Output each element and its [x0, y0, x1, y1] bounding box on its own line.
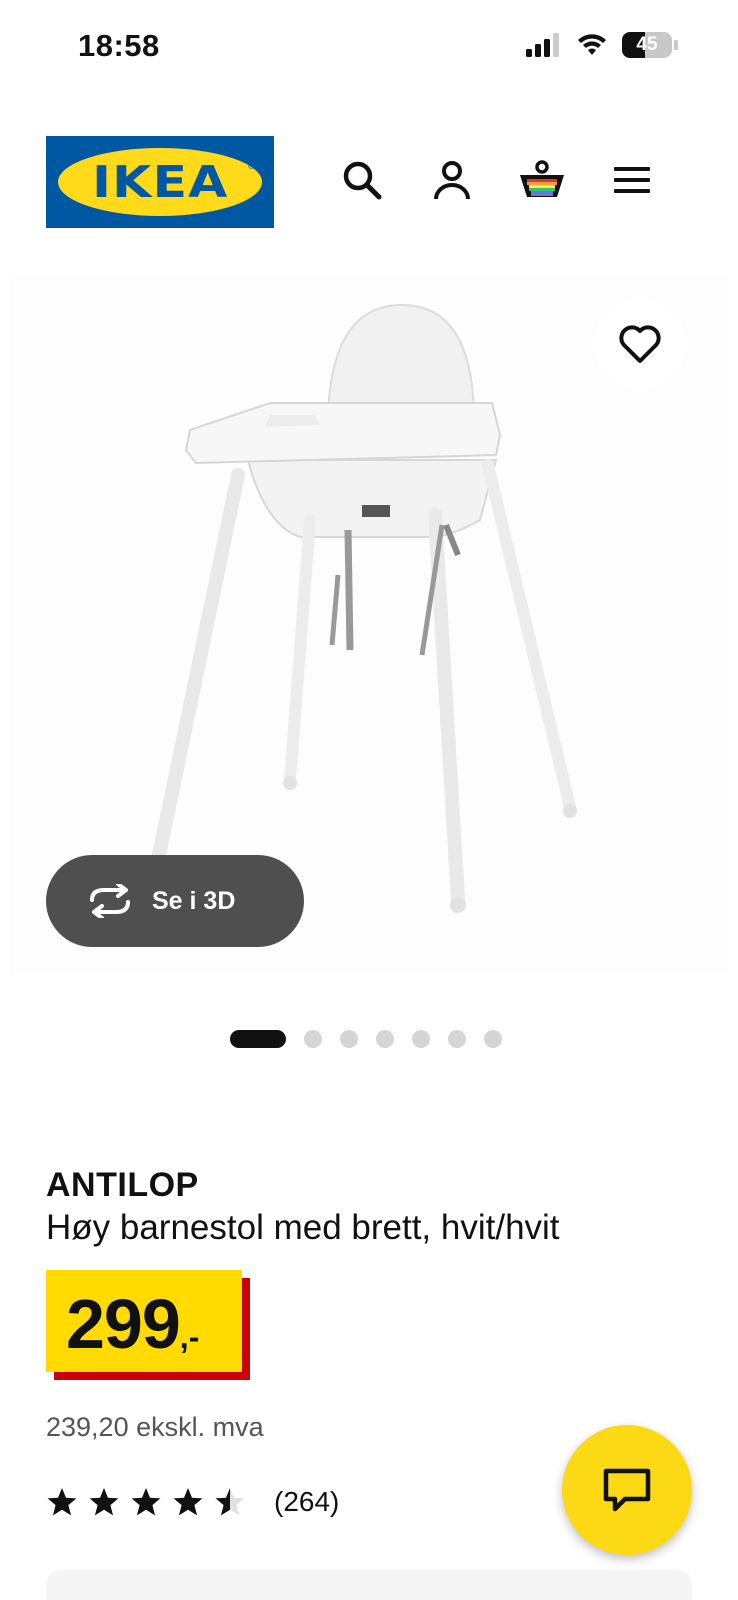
account-button[interactable] — [426, 154, 478, 206]
star-icon — [47, 1488, 77, 1516]
rating[interactable]: (264) — [46, 1486, 339, 1518]
status-time: 18:58 — [78, 28, 160, 63]
heart-icon — [619, 325, 661, 363]
view-3d-button[interactable]: Se i 3D — [46, 855, 304, 947]
basket-icon — [520, 160, 564, 197]
pagination-dot-7[interactable] — [484, 1030, 502, 1048]
status-bar: 18:58 45 — [0, 0, 738, 96]
ikea-logo[interactable]: IKEA ® — [46, 136, 274, 228]
star-icon — [131, 1488, 161, 1516]
star-icon — [89, 1488, 119, 1516]
logo-text: IKEA — [91, 156, 229, 208]
battery-cap — [674, 40, 678, 50]
search-button[interactable] — [336, 154, 388, 206]
favourite-button[interactable] — [594, 298, 686, 390]
registered-mark: ® — [247, 160, 256, 172]
chat-button[interactable] — [562, 1425, 692, 1555]
search-icon — [343, 161, 382, 200]
star-icon — [173, 1488, 203, 1516]
rating-count[interactable]: (264) — [274, 1486, 339, 1518]
cellular-signal-icon — [526, 33, 559, 57]
rotate-3d-icon — [90, 884, 130, 918]
product-name: ANTILOP — [46, 1166, 199, 1204]
price-excl-vat: 239,20 ekskl. mva — [46, 1412, 264, 1442]
pagination-dot-5[interactable] — [412, 1030, 430, 1048]
price-integer: 299 — [66, 1285, 181, 1363]
wifi-icon — [578, 34, 606, 55]
next-section-card — [46, 1570, 692, 1600]
logo-oval: IKEA — [58, 148, 262, 216]
battery-level: 45 — [636, 34, 658, 55]
price-box: 299 ,- — [46, 1270, 242, 1372]
pagination-dot-6[interactable] — [448, 1030, 466, 1048]
image-pagination — [230, 1030, 502, 1048]
view-3d-label: Se i 3D — [152, 886, 236, 915]
pagination-dot-2[interactable] — [304, 1030, 322, 1048]
product-description: Høy barnestol med brett, hvit/hvit — [46, 1208, 560, 1247]
status-icons: 45 — [526, 32, 678, 58]
menu-button[interactable] — [606, 154, 658, 206]
price-decimal: ,- — [179, 1319, 200, 1355]
pagination-dot-4[interactable] — [376, 1030, 394, 1048]
basket-button[interactable] — [516, 154, 568, 206]
pagination-dot-3[interactable] — [340, 1030, 358, 1048]
half-star-icon — [215, 1488, 245, 1516]
account-icon — [434, 161, 470, 200]
chat-icon — [603, 1468, 651, 1512]
battery-icon: 45 — [622, 32, 672, 58]
menu-icon — [614, 167, 650, 193]
price-tag: 299 ,- — [46, 1270, 250, 1380]
pagination-dot-1[interactable] — [230, 1030, 286, 1048]
site-header: IKEA ® — [0, 132, 738, 228]
